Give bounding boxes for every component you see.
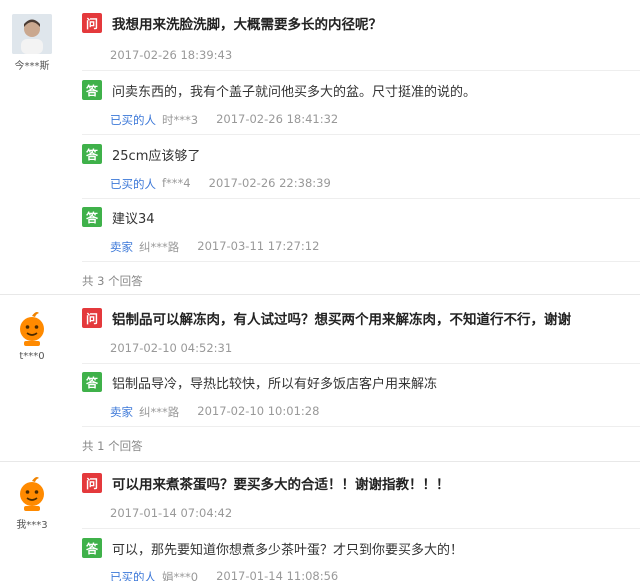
question-row: 问 铝制品可以解冻肉，有人试过吗？想买两个用来解冻肉，不知道行不行，谢谢 [82, 308, 571, 328]
answer-tag: 答 [82, 372, 102, 392]
answer-date: 2017-03-11 17:27:12 [197, 239, 320, 253]
qa-item: 今***斯 问 我想用来洗脸洗脚，大概需要多长的内径呢？ 2017-02-26 … [0, 0, 640, 295]
answer-count[interactable]: 共 3 个回答 [82, 273, 143, 289]
answer-count[interactable]: 共 1 个回答 [82, 438, 143, 454]
answer-meta: 已买的人 娟***0 2017-01-14 11:08:56 [110, 569, 338, 581]
divider [82, 70, 640, 71]
answer-row: 答 25cm应该够了 [82, 144, 200, 164]
answerer-role-link[interactable]: 卖家 [110, 239, 133, 255]
qa-list: 今***斯 问 我想用来洗脸洗脚，大概需要多长的内径呢？ 2017-02-26 … [0, 0, 640, 581]
answerer-nick: 时***3 [162, 113, 199, 127]
answer-date: 2017-02-10 10:01:28 [197, 404, 320, 418]
answer-date: 2017-02-26 22:38:39 [208, 176, 331, 190]
answer-tag: 答 [82, 144, 102, 164]
divider [82, 363, 640, 364]
asker: 今***斯 [0, 14, 64, 72]
answer-meta: 已买的人 时***3 2017-02-26 18:41:32 [110, 112, 338, 128]
user-photo-icon[interactable] [12, 14, 52, 54]
answerer-nick: f***4 [162, 176, 191, 190]
answer-text: 建议34 [112, 211, 155, 227]
answer-row: 答 可以，那先要知道你想煮多少茶叶蛋？才只到你要买多大的！ [82, 538, 463, 558]
question-row: 问 可以用来煮茶蛋吗？要买多大的合适！！谢谢指教！！！ [82, 473, 450, 493]
question-tag: 问 [82, 13, 102, 33]
answerer-role-link[interactable]: 已买的人 [110, 176, 156, 192]
qa-item: 我***3 问 可以用来煮茶蛋吗？要买多大的合适！！谢谢指教！！！ 2017-0… [0, 463, 640, 581]
answerer-role-link[interactable]: 卖家 [110, 404, 133, 420]
divider [82, 261, 640, 262]
taobao-mascot-avatar-icon[interactable] [12, 473, 52, 513]
qa-item: t***0 问 铝制品可以解冻肉，有人试过吗？想买两个用来解冻肉，不知道行不行，… [0, 296, 640, 462]
asker-name: 今***斯 [14, 61, 50, 72]
answerer-role-link[interactable]: 已买的人 [110, 569, 156, 581]
taobao-mascot-avatar-icon[interactable] [12, 308, 52, 348]
answer-text: 问卖东西的，我有个盖子就问他买多大的盆。尺寸挺准的说的。 [112, 84, 477, 100]
answerer-nick: 娟***0 [162, 570, 199, 581]
asker: 我***3 [0, 473, 64, 531]
divider [82, 134, 640, 135]
question-text: 可以用来煮茶蛋吗？要买多大的合适！！谢谢指教！！！ [112, 477, 450, 493]
answer-row: 答 问卖东西的，我有个盖子就问他买多大的盆。尺寸挺准的说的。 [82, 80, 476, 100]
question-row: 问 我想用来洗脸洗脚，大概需要多长的内径呢？ [82, 13, 382, 33]
asker: t***0 [0, 308, 64, 362]
answer-meta: 已买的人 f***4 2017-02-26 22:38:39 [110, 176, 331, 192]
divider [82, 198, 640, 199]
question-text: 我想用来洗脸洗脚，大概需要多长的内径呢？ [112, 17, 382, 33]
answer-date: 2017-02-26 18:41:32 [216, 112, 339, 126]
answer-tag: 答 [82, 538, 102, 558]
question-tag: 问 [82, 308, 102, 328]
divider [82, 426, 640, 427]
answerer-role-link[interactable]: 已买的人 [110, 112, 156, 128]
answer-text: 25cm应该够了 [112, 148, 201, 164]
question-text: 铝制品可以解冻肉，有人试过吗？想买两个用来解冻肉，不知道行不行，谢谢 [112, 312, 571, 328]
question-tag: 问 [82, 473, 102, 493]
answerer-nick: 纠***路 [139, 405, 180, 419]
answer-text: 可以，那先要知道你想煮多少茶叶蛋？才只到你要买多大的！ [112, 542, 464, 558]
asker-name: 我***3 [16, 520, 48, 531]
answer-text: 铝制品导冷，导热比较快，所以有好多饭店客户用来解冻 [112, 376, 438, 392]
answerer-nick: 纠***路 [139, 240, 180, 254]
answer-row: 答 铝制品导冷，导热比较快，所以有好多饭店客户用来解冻 [82, 372, 437, 392]
answer-meta: 卖家 纠***路 2017-02-10 10:01:28 [110, 404, 319, 420]
answer-row: 答 建议34 [82, 207, 155, 227]
divider [82, 528, 640, 529]
answer-tag: 答 [82, 207, 102, 227]
asker-name: t***0 [19, 351, 45, 362]
question-date: 2017-02-26 18:39:43 [110, 48, 233, 62]
question-date: 2017-01-14 07:04:42 [110, 506, 233, 520]
answer-date: 2017-01-14 11:08:56 [216, 569, 339, 581]
answer-meta: 卖家 纠***路 2017-03-11 17:27:12 [110, 239, 319, 255]
question-date: 2017-02-10 04:52:31 [110, 341, 233, 355]
answer-tag: 答 [82, 80, 102, 100]
